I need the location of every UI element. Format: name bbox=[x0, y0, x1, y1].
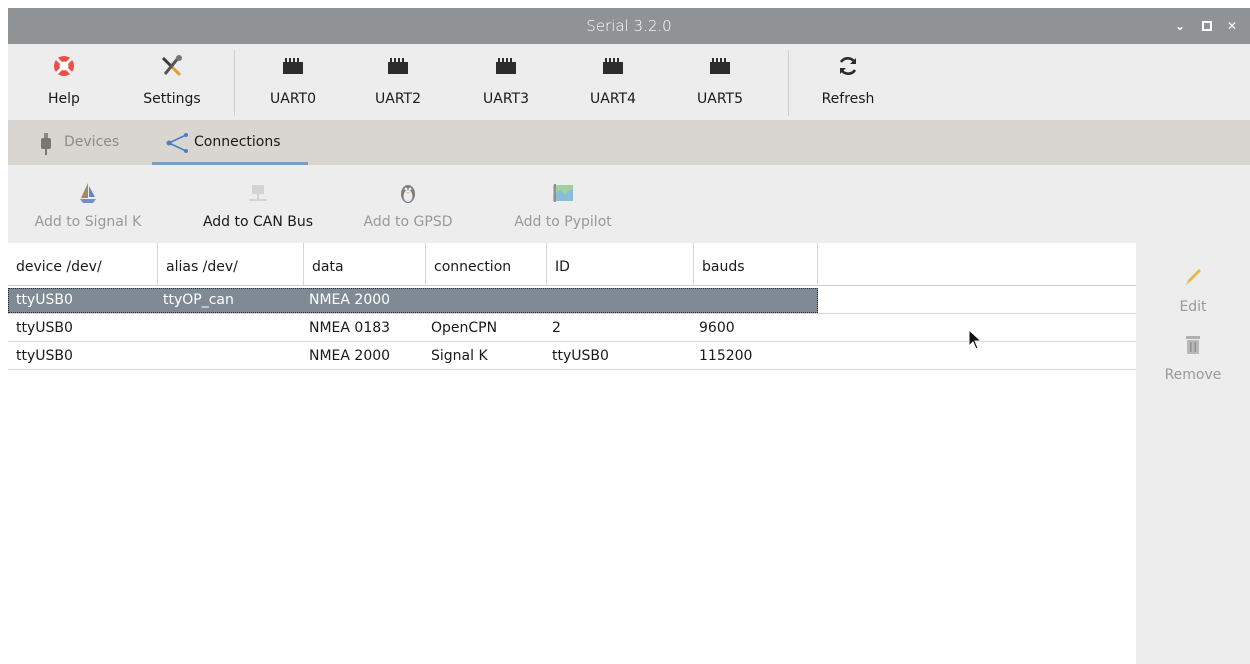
column-header-data[interactable]: data bbox=[304, 243, 426, 286]
uart3-label: UART3 bbox=[483, 91, 529, 107]
action-bar: Add to Signal K Add to CAN Bus Add to GP… bbox=[8, 165, 1250, 243]
trash-icon bbox=[1186, 336, 1200, 354]
serial-port-icon bbox=[496, 58, 516, 74]
cell-data: NMEA 0183 bbox=[309, 320, 391, 336]
column-header-bauds[interactable]: bauds bbox=[694, 243, 818, 286]
uart5-button[interactable]: UART5 bbox=[685, 44, 755, 121]
cell-bauds: 9600 bbox=[699, 320, 735, 336]
table-row[interactable]: ttyUSB0 NMEA 0183 OpenCPN 2 9600 bbox=[8, 315, 1136, 342]
remove-label: Remove bbox=[1164, 367, 1222, 383]
uart4-button[interactable]: UART4 bbox=[578, 44, 648, 121]
usb-plug-icon bbox=[41, 133, 51, 155]
window-title: Serial 3.2.0 bbox=[586, 17, 672, 35]
cell-connection: Signal K bbox=[431, 348, 488, 364]
cell-data: NMEA 2000 bbox=[309, 292, 391, 308]
add-to-gpsd-button[interactable]: Add to GPSD bbox=[348, 165, 468, 243]
maximize-icon[interactable] bbox=[1198, 17, 1216, 35]
tab-connections[interactable]: Connections bbox=[152, 121, 308, 165]
column-header-connection[interactable]: connection bbox=[426, 243, 547, 286]
refresh-icon bbox=[839, 57, 857, 75]
cell-id: ttyUSB0 bbox=[552, 348, 609, 364]
column-header-device[interactable]: device /dev/ bbox=[8, 243, 158, 286]
minimize-icon[interactable]: ⌄ bbox=[1171, 17, 1189, 35]
row-selection-highlight bbox=[8, 288, 818, 313]
cell-id: 2 bbox=[552, 320, 561, 336]
title-bar[interactable]: Serial 3.2.0 ⌄ ✕ bbox=[8, 8, 1250, 44]
cell-device: ttyUSB0 bbox=[16, 320, 73, 336]
toolbar-separator bbox=[234, 50, 235, 116]
column-header-id[interactable]: ID bbox=[547, 243, 694, 286]
tab-bar: Devices Connections bbox=[8, 121, 1250, 165]
add-to-canbus-button[interactable]: Add to CAN Bus bbox=[188, 165, 328, 243]
tab-connections-label: Connections bbox=[194, 134, 281, 150]
settings-button[interactable]: Settings bbox=[134, 44, 210, 121]
settings-label: Settings bbox=[143, 91, 201, 107]
add-to-canbus-label: Add to CAN Bus bbox=[202, 214, 314, 230]
uart2-label: UART2 bbox=[375, 91, 421, 107]
refresh-label: Refresh bbox=[821, 91, 875, 107]
mouse-pointer-icon bbox=[968, 329, 983, 350]
share-icon bbox=[166, 133, 188, 153]
add-to-signalk-button[interactable]: Add to Signal K bbox=[8, 165, 168, 243]
edit-button[interactable]: Edit bbox=[1136, 261, 1250, 319]
sailboat-icon bbox=[80, 183, 96, 203]
tab-devices[interactable]: Devices bbox=[28, 121, 140, 165]
serial-port-icon bbox=[283, 58, 303, 74]
refresh-button[interactable]: Refresh bbox=[810, 44, 886, 121]
serial-port-icon bbox=[710, 58, 730, 74]
column-header-alias[interactable]: alias /dev/ bbox=[158, 243, 304, 286]
uart0-button[interactable]: UART0 bbox=[258, 44, 328, 121]
edit-label: Edit bbox=[1179, 299, 1207, 315]
table-row[interactable]: ttyUSB0 NMEA 2000 Signal K ttyUSB0 11520… bbox=[8, 343, 1136, 370]
add-to-gpsd-label: Add to GPSD bbox=[363, 214, 453, 230]
lifebuoy-icon bbox=[54, 56, 74, 76]
chart-map-icon bbox=[553, 184, 573, 202]
uart0-label: UART0 bbox=[270, 91, 316, 107]
tab-devices-label: Devices bbox=[64, 134, 120, 150]
cell-alias: ttyOP_can bbox=[163, 292, 234, 308]
uart4-label: UART4 bbox=[590, 91, 636, 107]
pencil-icon bbox=[1186, 269, 1201, 285]
uart2-button[interactable]: UART2 bbox=[363, 44, 433, 121]
app-window: Serial 3.2.0 ⌄ ✕ Help Settings UART0 UAR… bbox=[8, 8, 1250, 664]
cell-connection: OpenCPN bbox=[431, 320, 498, 336]
uart3-button[interactable]: UART3 bbox=[471, 44, 541, 121]
add-to-pypilot-label: Add to Pypilot bbox=[514, 214, 612, 230]
remove-button[interactable]: Remove bbox=[1136, 329, 1250, 387]
network-icon bbox=[249, 185, 267, 201]
connections-table: device /dev/ alias /dev/ data connection… bbox=[8, 243, 1136, 664]
toolbar-separator bbox=[788, 50, 789, 116]
close-icon[interactable]: ✕ bbox=[1223, 17, 1241, 35]
cell-data: NMEA 2000 bbox=[309, 348, 391, 364]
side-panel: Edit Remove bbox=[1136, 243, 1250, 664]
cell-device: ttyUSB0 bbox=[16, 348, 73, 364]
add-to-pypilot-button[interactable]: Add to Pypilot bbox=[498, 165, 628, 243]
serial-port-icon bbox=[603, 58, 623, 74]
add-to-signalk-label: Add to Signal K bbox=[34, 214, 142, 230]
serial-port-icon bbox=[388, 58, 408, 74]
table-row[interactable]: ttyUSB0 ttyOP_can NMEA 2000 bbox=[8, 287, 1136, 314]
wrench-screwdriver-icon bbox=[161, 55, 182, 77]
help-label: Help bbox=[48, 91, 80, 107]
penguin-icon bbox=[401, 185, 415, 203]
help-button[interactable]: Help bbox=[38, 44, 90, 121]
cell-device: ttyUSB0 bbox=[16, 292, 73, 308]
main-toolbar: Help Settings UART0 UART2 UART3 UART4 UA… bbox=[8, 44, 1250, 121]
table-header: device /dev/ alias /dev/ data connection… bbox=[8, 243, 1136, 286]
uart5-label: UART5 bbox=[697, 91, 743, 107]
cell-bauds: 115200 bbox=[699, 348, 753, 364]
